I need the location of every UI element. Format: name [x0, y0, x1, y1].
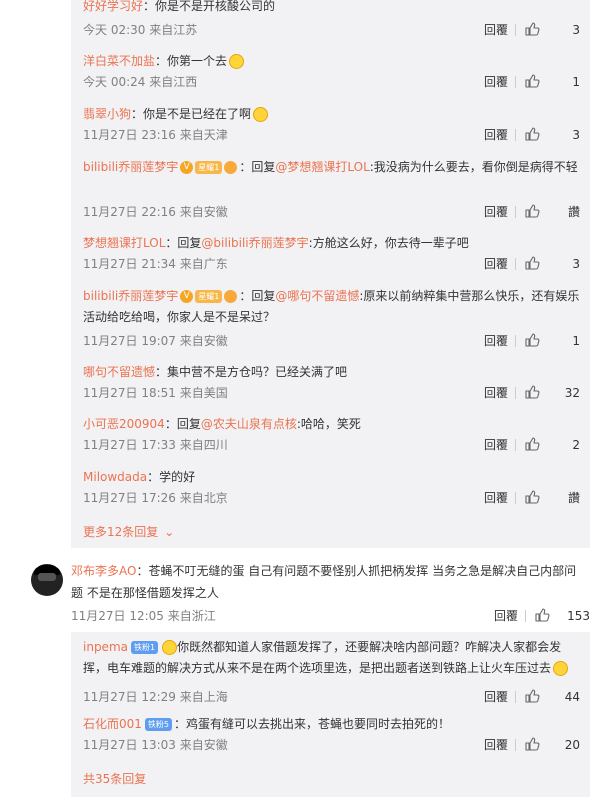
thumbs-up-icon[interactable] [524, 73, 540, 89]
fan-badge-icon [224, 161, 238, 174]
like-count: 3 [572, 257, 580, 271]
level-badge: 星耀1 [195, 161, 223, 174]
reply-button[interactable]: 回覆 [484, 202, 508, 222]
like-count: 2 [572, 438, 580, 452]
reply-username[interactable]: 小可恶200904 [83, 417, 165, 431]
reply-panel-bottom: inpema 铁粉1 你既然都知道人家借题发挥了，还要解决啥内部问题？咋解决人家都会… [71, 632, 590, 797]
reply-time: 11月27日 17:33 来自四川 [83, 438, 228, 452]
reply-button[interactable]: 回覆 [484, 488, 508, 508]
reply-button[interactable]: 回覆 [484, 254, 508, 274]
reply-username[interactable]: inpema [83, 640, 128, 654]
reply-time: 今天 00:24 来自江西 [83, 75, 198, 89]
reply-time: 11月27日 21:34 来自广东 [83, 257, 228, 271]
reply-text: ：集中营不是方仓吗？已经关满了吧 [155, 365, 348, 379]
reply-text: ：你是不是开核酸公司的 [143, 0, 276, 13]
reply-username[interactable]: Milowdada [83, 470, 147, 484]
reply-time: 今天 02:30 来自江苏 [83, 23, 198, 37]
dizzy-emoji-icon [553, 661, 569, 676]
reply-button[interactable]: 回覆 [484, 72, 508, 92]
reply-text: :方舱这么好，你去待一辈子吧 [308, 236, 469, 250]
more-replies-link[interactable]: 更多12条回复 ⌄ [83, 522, 174, 542]
thumbs-up-icon[interactable] [524, 332, 540, 348]
reply-button[interactable]: 回覆 [484, 331, 508, 351]
reply-username[interactable]: 翡翠小狗 [83, 107, 131, 121]
thumbs-up-icon[interactable] [524, 489, 540, 505]
reply-button[interactable]: 回覆 [484, 735, 508, 755]
reply-mention[interactable]: @bilibili乔丽莲梦宇 [201, 236, 308, 250]
reply-button[interactable]: 回覆 [484, 435, 508, 455]
thumbs-up-icon[interactable] [524, 736, 540, 752]
reply-username[interactable]: 梦想翘课打LOL [83, 236, 165, 250]
comment-username[interactable]: 邓布李多AO [71, 564, 136, 578]
reply-button[interactable]: 回覆 [484, 687, 508, 707]
reply-username[interactable]: 石化而001 [83, 717, 142, 731]
like-count: 1 [572, 334, 580, 348]
reply-button[interactable]: 回覆 [484, 20, 508, 40]
reply-time: 11月27日 22:16 来自安徽 [83, 205, 228, 219]
total-replies-link[interactable]: 共35条回复 [83, 769, 146, 789]
comment-time: 11月27日 12:05 来自浙江 [71, 609, 216, 623]
reply-text: :哈哈，笑死 [296, 417, 361, 431]
thumbs-up-icon[interactable] [524, 21, 540, 37]
comment-text: ：苍蝇不叮无缝的蛋 自己有问题不要怪别人抓把柄发挥 当务之急是解决自己内部问题 … [71, 564, 577, 600]
thumbs-up-icon[interactable] [524, 255, 540, 271]
chevron-down-icon: ⌄ [164, 525, 175, 539]
level-badge: 星耀1 [195, 290, 223, 303]
reply-time: 11月27日 18:51 来自美国 [83, 386, 228, 400]
like-count: 1 [572, 75, 580, 89]
fan-badge: 铁粉1 [130, 641, 159, 654]
reply-text: ：学的好 [147, 470, 196, 484]
grin-emoji-icon [229, 54, 245, 69]
thumbs-up-icon[interactable] [524, 384, 540, 400]
reply-text: ：你第一个去 [155, 54, 228, 68]
reply-time: 11月27日 12:29 来自上海 [83, 690, 228, 704]
like-count: 讚 [567, 205, 580, 219]
reply-time: 11月27日 19:07 来自安徽 [83, 334, 228, 348]
thumbs-up-icon[interactable] [534, 607, 550, 623]
reply-time: 11月27日 13:03 来自安徽 [83, 738, 228, 752]
dog-emoji-icon [253, 107, 269, 122]
reply-button[interactable]: 回覆 [484, 125, 508, 145]
reply-mention[interactable]: @农夫山泉有点核 [201, 417, 297, 431]
reply-text: :我没病为什么要去，看你倒是病得不轻 [369, 160, 578, 174]
thumbs-up-icon[interactable] [524, 688, 540, 704]
like-count: 3 [572, 128, 580, 142]
like-count: 32 [564, 386, 580, 400]
like-count: 153 [567, 609, 590, 623]
like-count: 讚 [567, 491, 580, 505]
reply-mention[interactable]: @梦想翘课打LOL [275, 160, 369, 174]
reply-button[interactable]: 回覆 [484, 383, 508, 403]
like-count: 20 [564, 738, 580, 752]
reply-text: ：鸡蛋有缝可以去挑出来，苍蝇也要同时去拍死的！ [174, 717, 451, 731]
reply-username[interactable]: 好好学习好 [83, 0, 143, 13]
fan-badge: 铁粉5 [144, 718, 172, 731]
avatar[interactable] [31, 564, 63, 596]
reply-username[interactable]: 哪句不留遗憾 [83, 365, 155, 379]
verified-v-icon: V [180, 290, 194, 303]
reply-username[interactable]: bilibili乔丽莲梦宇 [83, 289, 178, 303]
reply-button[interactable]: 回覆 [494, 606, 518, 626]
sweat-emoji-icon [162, 640, 178, 655]
reply-panel-top: 好好学习好：你是不是开核酸公司的 今天 02:30 来自江苏 回覆 3 洋白菜不加… [71, 0, 590, 548]
reply-mention[interactable]: @哪句不留遗憾 [275, 289, 359, 303]
fan-badge-icon [224, 290, 238, 303]
verified-v-icon: V [180, 161, 194, 174]
like-count: 44 [564, 690, 580, 704]
reply-time: 11月27日 23:16 来自天津 [83, 128, 228, 142]
reply-text: ：你是不是已经在了啊 [131, 107, 252, 121]
reply-username[interactable]: 洋白菜不加盐 [83, 54, 155, 68]
thumbs-up-icon[interactable] [524, 203, 540, 219]
like-count: 3 [572, 23, 580, 37]
reply-username[interactable]: bilibili乔丽莲梦宇 [83, 160, 178, 174]
thumbs-up-icon[interactable] [524, 126, 540, 142]
thumbs-up-icon[interactable] [524, 436, 540, 452]
reply-time: 11月27日 17:26 来自北京 [83, 491, 228, 505]
